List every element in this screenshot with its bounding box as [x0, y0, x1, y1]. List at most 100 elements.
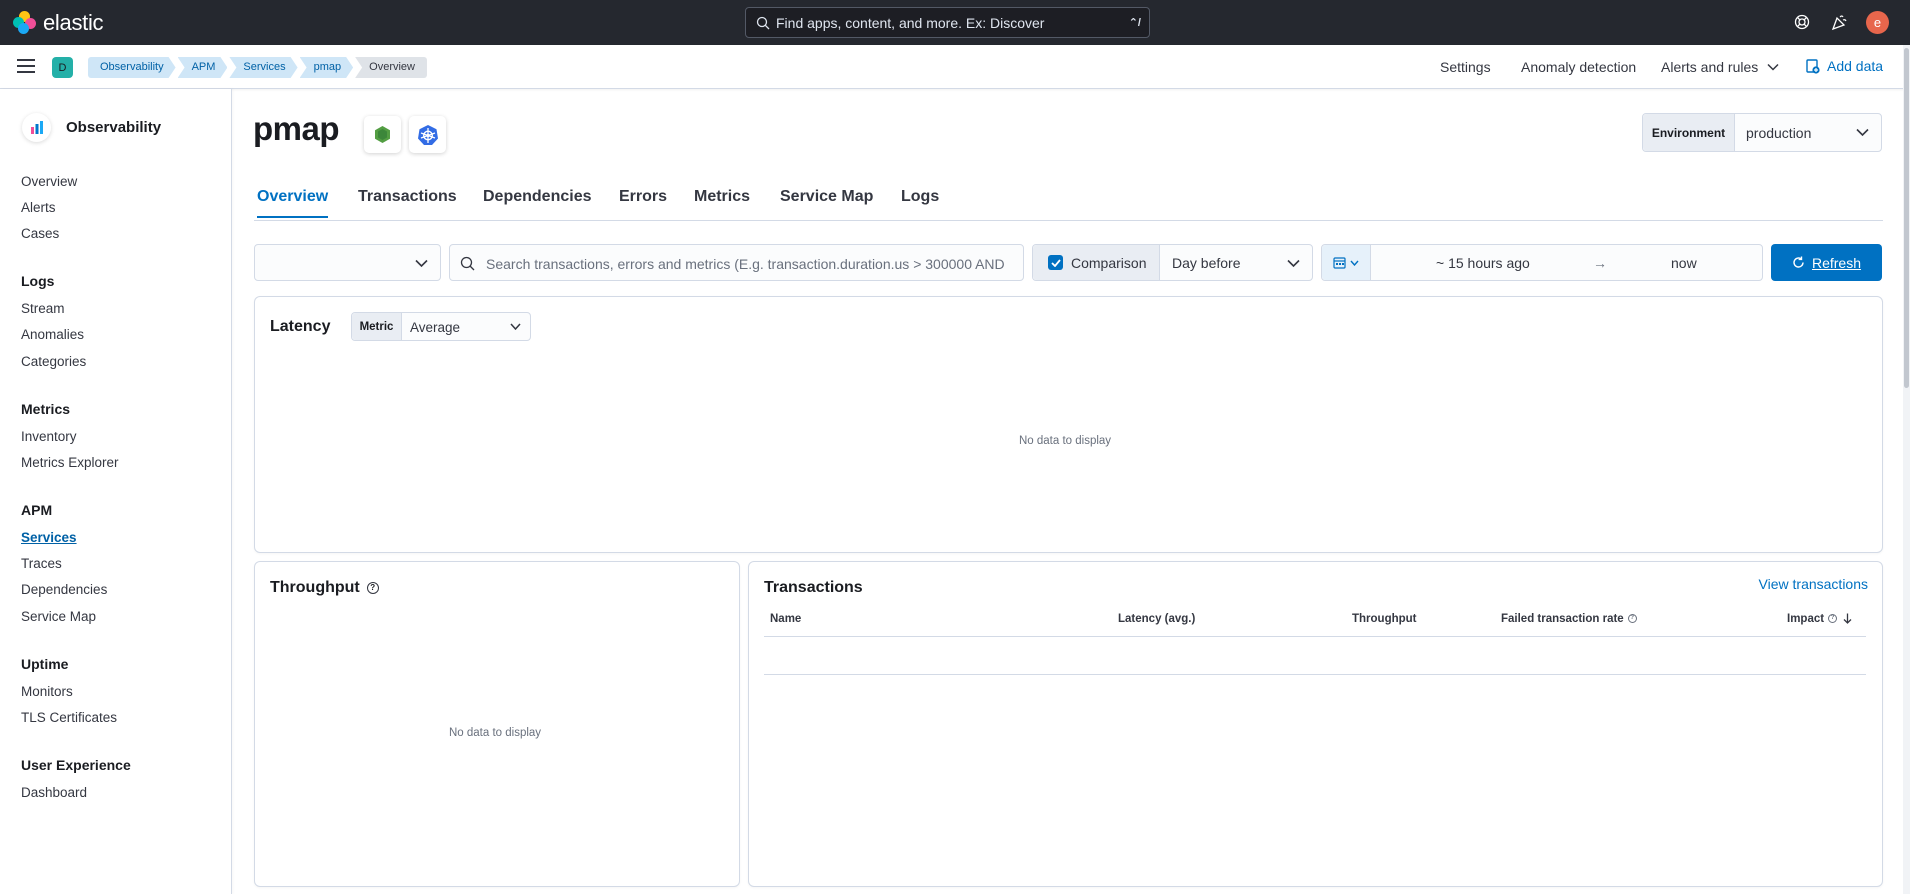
page-scrollbar[interactable]: [1903, 45, 1910, 894]
transactions-table-header: Name Latency (avg.) Throughput Failed tr…: [764, 610, 1866, 637]
sidebar-item-monitors[interactable]: Monitors: [21, 684, 73, 699]
column-latency[interactable]: Latency (avg.): [1118, 613, 1195, 625]
cloud-badge[interactable]: [409, 116, 446, 153]
date-end[interactable]: now: [1671, 255, 1697, 271]
environment-value: production: [1746, 125, 1812, 141]
sidebar-item-dashboard[interactable]: Dashboard: [21, 785, 87, 800]
chevron-down-icon: [1287, 259, 1300, 268]
sidebar-section-uptime: Uptime: [21, 656, 69, 672]
alerts-and-rules-menu[interactable]: Alerts and rules: [1661, 59, 1779, 75]
latency-no-data: No data to display: [1019, 435, 1112, 447]
metric-value: Average: [410, 320, 461, 335]
chevron-down-icon: [1350, 260, 1359, 266]
app-header: D Observability APM Services pmap Overvi…: [0, 45, 1910, 89]
add-data-link[interactable]: Add data: [1806, 58, 1883, 74]
global-search[interactable]: Find apps, content, and more. Ex: Discov…: [745, 7, 1150, 38]
news-feed-icon[interactable]: [1829, 12, 1849, 32]
latency-panel: Latency Metric Average No data to displa…: [254, 296, 1883, 553]
refresh-button[interactable]: Refresh: [1771, 244, 1882, 281]
column-failed-rate[interactable]: Failed transaction rate?: [1501, 613, 1637, 625]
environment-selector[interactable]: Environment production: [1642, 113, 1882, 152]
comparison-toggle[interactable]: Comparison: [1033, 245, 1160, 280]
sidebar-item-categories[interactable]: Categories: [21, 354, 86, 369]
sidebar-item-stream[interactable]: Stream: [21, 301, 65, 316]
help-menu-icon[interactable]: [1792, 12, 1812, 32]
settings-link[interactable]: Settings: [1440, 59, 1491, 75]
column-name[interactable]: Name: [770, 613, 801, 625]
comparison-checkbox[interactable]: [1048, 255, 1063, 270]
sidebar-item-overview[interactable]: Overview: [21, 174, 77, 189]
help-icon[interactable]: ?: [366, 581, 379, 594]
search-shortcut: ⌃/: [1128, 17, 1141, 29]
sidebar-item-service-map[interactable]: Service Map: [21, 609, 96, 624]
menu-icon[interactable]: [17, 59, 35, 73]
global-search-placeholder: Find apps, content, and more. Ex: Discov…: [776, 15, 1045, 31]
tab-errors[interactable]: Errors: [619, 188, 667, 216]
tab-transactions[interactable]: Transactions: [358, 188, 457, 216]
tab-metrics[interactable]: Metrics: [694, 188, 750, 216]
tab-dependencies[interactable]: Dependencies: [483, 188, 591, 216]
brand-name: elastic: [43, 10, 104, 35]
throughput-panel: Throughput? No data to display: [254, 561, 740, 887]
scrollbar-thumb[interactable]: [1904, 48, 1909, 388]
space-selector[interactable]: D: [52, 57, 73, 78]
sidebar-item-services[interactable]: Services: [21, 530, 77, 545]
side-nav: Observability Overview Alerts Cases Logs…: [0, 89, 232, 894]
calendar-icon: [1333, 257, 1346, 269]
sidebar-item-inventory[interactable]: Inventory: [21, 429, 77, 444]
sidebar-section-metrics: Metrics: [21, 401, 71, 417]
nodejs-icon: [375, 126, 390, 143]
sidebar-item-traces[interactable]: Traces: [21, 556, 62, 571]
help-icon[interactable]: ?: [1828, 614, 1838, 624]
search-icon: [756, 16, 770, 30]
chevron-down-icon: [1856, 128, 1869, 137]
elastic-logo[interactable]: elastic: [13, 10, 104, 36]
agent-badge[interactable]: [364, 116, 401, 153]
side-nav-header: Observability: [22, 113, 161, 142]
sidebar-item-alerts[interactable]: Alerts: [21, 200, 56, 215]
transactions-title: Transactions: [764, 579, 863, 596]
tab-logs[interactable]: Logs: [901, 188, 939, 216]
column-failed-rate-label: Failed transaction rate: [1501, 613, 1624, 625]
column-throughput[interactable]: Throughput: [1352, 613, 1417, 625]
throughput-title-wrap: Throughput?: [270, 579, 379, 597]
kql-search-input[interactable]: Search transactions, errors and metrics …: [449, 244, 1024, 281]
add-data-icon: [1806, 58, 1820, 74]
date-start[interactable]: ~ 15 hours ago: [1436, 255, 1530, 271]
sidebar-item-dependencies[interactable]: Dependencies: [21, 582, 107, 597]
arrow-right-icon: →: [1593, 255, 1607, 271]
column-impact[interactable]: Impact?: [1787, 613, 1852, 625]
sidebar-item-metrics-explorer[interactable]: Metrics Explorer: [21, 455, 119, 470]
add-data-label: Add data: [1827, 58, 1884, 74]
tab-overview[interactable]: Overview: [257, 188, 329, 218]
sidebar-item-anomalies[interactable]: Anomalies: [21, 327, 84, 342]
breadcrumb-apm[interactable]: APM: [178, 57, 228, 78]
service-tabs: Overview Transactions Dependencies Error…: [254, 181, 1883, 221]
table-divider: [764, 674, 1866, 675]
breadcrumb-observability[interactable]: Observability: [88, 57, 176, 78]
sort-descending-icon[interactable]: [1843, 613, 1852, 625]
user-avatar[interactable]: e: [1866, 11, 1889, 34]
view-transactions-link[interactable]: View transactions: [1759, 576, 1868, 592]
anomaly-detection-link[interactable]: Anomaly detection: [1521, 59, 1636, 75]
chevron-down-icon: [1767, 63, 1779, 71]
breadcrumb: Observability APM Services pmap Overview: [88, 57, 429, 78]
quick-select-button[interactable]: [1322, 245, 1371, 280]
metric-label: Metric: [352, 313, 402, 340]
alerts-and-rules-label: Alerts and rules: [1661, 59, 1759, 75]
search-icon: [460, 256, 475, 271]
environment-label: Environment: [1643, 114, 1735, 151]
page-title: pmap: [253, 110, 340, 147]
latency-metric-select[interactable]: Metric Average: [351, 312, 531, 341]
breadcrumb-pmap[interactable]: pmap: [300, 57, 354, 78]
check-icon: [1050, 258, 1061, 267]
sidebar-item-tls-certificates[interactable]: TLS Certificates: [21, 710, 117, 725]
help-icon[interactable]: ?: [1627, 614, 1637, 624]
refresh-icon: [1793, 256, 1804, 268]
breadcrumb-services[interactable]: Services: [229, 57, 297, 78]
transaction-type-select[interactable]: [254, 244, 441, 281]
sidebar-section-user-experience: User Experience: [21, 757, 131, 773]
sidebar-item-cases[interactable]: Cases: [21, 226, 59, 241]
comparison-value[interactable]: Day before: [1172, 255, 1240, 271]
tab-service-map[interactable]: Service Map: [780, 188, 873, 216]
